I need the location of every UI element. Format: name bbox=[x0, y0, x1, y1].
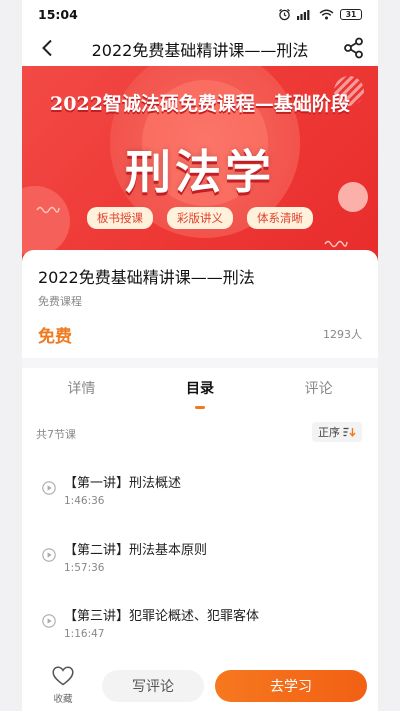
course-info-card: 2022免费基础精讲课——刑法 免费课程 免费 1293人 bbox=[22, 250, 378, 366]
lesson-total: 共7节课 bbox=[36, 428, 76, 441]
lesson-duration: 1:16:47 bbox=[64, 628, 105, 640]
nav-bar: 2022免费基础精讲课——刑法 bbox=[22, 30, 378, 66]
sort-order-icon bbox=[343, 427, 356, 437]
page-title: 2022免费基础精讲课——刑法 bbox=[91, 41, 309, 60]
banner-subject: 刑法学 bbox=[125, 145, 275, 199]
active-tab-indicator bbox=[195, 406, 205, 409]
lesson-item[interactable]: 【第三讲】犯罪论概述、犯罪客体 1:16:47 bbox=[22, 597, 378, 657]
share-button[interactable] bbox=[342, 36, 366, 60]
start-study-button[interactable]: 去学习 bbox=[215, 670, 367, 702]
play-icon bbox=[42, 614, 56, 628]
lesson-item[interactable]: 【第二讲】刑法基本原则 1:57:36 bbox=[22, 531, 378, 591]
banner-squiggle bbox=[324, 240, 348, 248]
section-divider bbox=[22, 358, 378, 368]
status-icons: 31 bbox=[278, 8, 362, 21]
status-time: 15:04 bbox=[38, 7, 78, 22]
back-button[interactable] bbox=[34, 35, 60, 61]
wifi-icon bbox=[319, 9, 334, 20]
share-icon bbox=[344, 37, 363, 59]
play-icon bbox=[42, 481, 56, 495]
sort-toggle[interactable]: 正序 bbox=[312, 422, 362, 442]
signal-icon bbox=[297, 10, 310, 20]
tab-catalog[interactable]: 目录 bbox=[141, 370, 260, 410]
course-title: 2022免费基础精讲课——刑法 bbox=[38, 268, 255, 287]
course-detail-page: 15:04 31 2022免费基础精讲课——刑法 2022智诚法硕免费课程—基础… bbox=[22, 0, 378, 711]
chevron-left-icon bbox=[42, 39, 52, 57]
alarm-icon bbox=[279, 8, 290, 21]
tab-comments[interactable]: 评论 bbox=[259, 370, 378, 410]
tab-label: 评论 bbox=[304, 381, 333, 397]
course-type: 免费课程 bbox=[38, 295, 82, 308]
play-icon bbox=[42, 548, 56, 562]
banner-tag: 彩版讲义 bbox=[167, 207, 233, 229]
course-price: 免费 bbox=[38, 327, 72, 347]
banner-tag: 体系清晰 bbox=[247, 207, 313, 229]
course-banner: 2022智诚法硕免费课程—基础阶段 刑法学 板书授课 彩版讲义 体系清晰 bbox=[22, 66, 378, 262]
banner-tags: 板书授课 彩版讲义 体系清晰 bbox=[22, 207, 378, 229]
banner-tag: 板书授课 bbox=[87, 207, 153, 229]
tab-bar: 详情 目录 评论 bbox=[22, 370, 378, 410]
bottom-action-bar: 收藏 写评论 去学习 bbox=[22, 656, 378, 711]
tab-label: 目录 bbox=[186, 381, 214, 397]
lesson-title: 【第一讲】刑法概述 bbox=[64, 476, 182, 491]
tab-details[interactable]: 详情 bbox=[22, 370, 141, 410]
favorite-button[interactable]: 收藏 bbox=[46, 666, 80, 708]
lesson-duration: 1:46:36 bbox=[64, 495, 105, 507]
battery-level: 31 bbox=[345, 10, 357, 19]
favorite-label: 收藏 bbox=[53, 694, 73, 705]
heart-icon bbox=[52, 666, 74, 686]
lesson-title: 【第三讲】犯罪论概述、犯罪客体 bbox=[64, 609, 260, 624]
lesson-item[interactable]: 【第一讲】刑法概述 1:46:36 bbox=[22, 464, 378, 524]
battery-icon: 31 bbox=[340, 9, 362, 20]
write-comment-button[interactable]: 写评论 bbox=[102, 670, 204, 702]
lesson-duration: 1:57:36 bbox=[64, 562, 105, 574]
lesson-title: 【第二讲】刑法基本原则 bbox=[64, 543, 208, 558]
status-bar: 15:04 31 bbox=[22, 0, 378, 30]
sort-label: 正序 bbox=[318, 426, 340, 439]
tab-label: 详情 bbox=[67, 381, 96, 397]
banner-headline: 2022智诚法硕免费课程—基础阶段 bbox=[50, 93, 350, 115]
student-count: 1293人 bbox=[323, 328, 362, 341]
catalog-header: 共7节课 正序 bbox=[22, 420, 378, 446]
